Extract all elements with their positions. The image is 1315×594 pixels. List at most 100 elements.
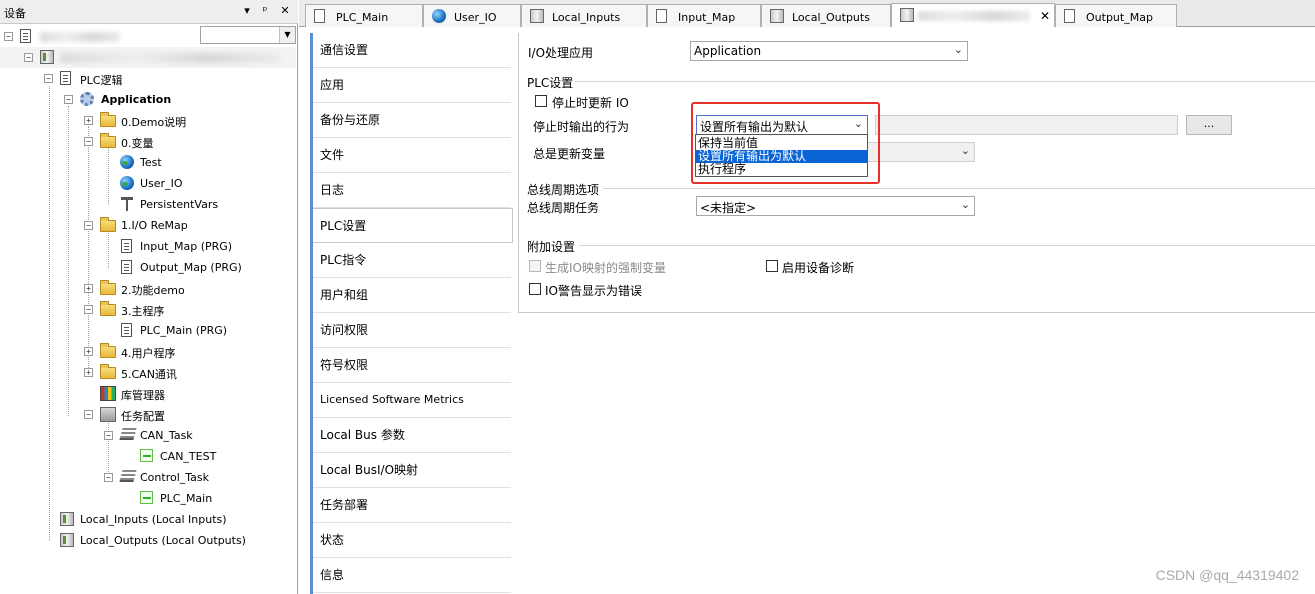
update-io-on-stop-checkbox[interactable] [535,95,547,107]
category-info[interactable]: 信息 [313,558,511,593]
tree-item-io-remap[interactable]: − 1.I/O ReMap [0,215,296,236]
collapse-toggle-icon[interactable]: − [84,137,93,146]
category-status[interactable]: 状态 [313,523,511,558]
group-divider [575,81,1315,82]
pin-icon[interactable]: ᵖ [258,4,272,17]
dropdown-option-execute-program[interactable]: 执行程序 [696,163,867,176]
io-warn-checkbox[interactable] [529,283,541,295]
tab-local-outputs[interactable]: Local_Outputs [761,4,891,27]
tab-plc-main[interactable]: PLC_Main [305,4,423,27]
tree-item-label: PersistentVars [140,198,219,211]
tree-item-task-config[interactable]: − 任务配置 [0,404,296,425]
tab-device-active[interactable]: ✕ [891,3,1055,27]
chevron-down-icon[interactable]: ▼ [279,27,295,43]
tab-local-inputs[interactable]: Local_Inputs [521,4,647,27]
collapse-toggle-icon[interactable]: − [24,53,33,62]
browse-program-button[interactable]: ... [1186,115,1232,135]
collapse-toggle-icon[interactable]: − [84,221,93,230]
tree-item-local-outputs[interactable]: Local_Outputs (Local Outputs) [0,530,296,551]
project-icon [20,29,31,43]
stop-behavior-label: 停止时输出的行为 [533,120,630,134]
tab-output-map[interactable]: Output_Map [1055,4,1177,27]
force-vars-checkbox[interactable] [529,260,541,272]
expand-toggle-icon[interactable]: + [84,368,93,377]
tree-item-can-test[interactable]: CAN_TEST [0,446,296,467]
category-application[interactable]: 应用 [313,68,511,103]
category-task-deployment[interactable]: 任务部署 [313,488,511,523]
tree-item-control-task[interactable]: − Control_Task [0,467,296,488]
folder-icon [100,112,116,127]
close-icon[interactable]: ✕ [278,4,292,17]
tree-item-input-map[interactable]: Input_Map (PRG) [0,236,296,257]
category-backup-restore[interactable]: 备份与还原 [313,103,511,138]
folder-icon [100,133,116,148]
bus-cycle-task-select[interactable]: <未指定> ⌄ [696,196,975,216]
category-local-bus-io-map[interactable]: Local BusI/O映射 [313,453,511,488]
bus-cycle-task-value: <未指定> [700,201,757,215]
tree-item-label: User_IO [140,177,183,190]
tree-item-plc-logic[interactable]: − PLC逻辑 [0,68,296,89]
collapse-toggle-icon[interactable]: − [64,95,73,104]
tab-label: Local_Inputs [552,11,621,24]
category-plc-settings[interactable]: PLC设置 [313,208,513,243]
io-module-icon [530,9,544,23]
category-files[interactable]: 文件 [313,138,511,173]
tree-item-function-demo[interactable]: + 2.功能demo [0,278,296,299]
tree-item-plc-main[interactable]: PLC_Main [0,488,296,509]
collapse-toggle-icon[interactable]: − [84,305,93,314]
document-icon [314,9,325,23]
tree-item-library-manager[interactable]: 库管理器 [0,383,296,404]
tab-user-io[interactable]: User_IO [423,4,521,27]
category-comm-settings[interactable]: 通信设置 [313,33,511,68]
collapse-toggle-icon[interactable]: − [44,74,53,83]
chevron-down-icon: ⌄ [960,198,970,211]
tree-item-persistent-vars[interactable]: PersistentVars [0,194,296,215]
tree-item-can-task[interactable]: − CAN_Task [0,425,296,446]
category-local-bus-params[interactable]: Local Bus 参数 [313,418,511,453]
panel-menu-icon[interactable]: ▾ [240,4,254,17]
plc-logic-icon [60,71,71,85]
stop-behavior-select[interactable]: 设置所有输出为默认 ⌄ [696,115,868,135]
tab-input-map[interactable]: Input_Map [647,4,761,27]
category-symbol-rights[interactable]: 符号权限 [313,348,511,383]
tree-item-output-map[interactable]: Output_Map (PRG) [0,257,296,278]
expand-toggle-icon[interactable]: + [84,347,93,356]
enable-diag-label: 启用设备诊断 [782,261,855,275]
device-selector-combo[interactable]: ▼ [200,26,296,44]
tree-item-can-comm[interactable]: + 5.CAN通讯 [0,362,296,383]
close-icon[interactable]: ✕ [1040,9,1050,23]
tab-label: Output_Map [1086,11,1153,24]
tree-item-label: 库管理器 [121,389,165,402]
category-plc-commands[interactable]: PLC指令 [313,243,511,278]
device-icon [900,8,914,22]
chevron-down-icon: ⌄ [960,144,970,157]
io-app-select[interactable]: Application ⌄ [690,41,968,61]
tree-item-user-program[interactable]: + 4.用户程序 [0,341,296,362]
collapse-toggle-icon[interactable]: − [84,410,93,419]
collapse-toggle-icon[interactable]: − [4,32,13,41]
tree-item-plc-main-prg[interactable]: PLC_Main (PRG) [0,320,296,341]
category-users-groups[interactable]: 用户和组 [313,278,511,313]
category-access-rights[interactable]: 访问权限 [313,313,511,348]
stop-behavior-program-field[interactable] [875,115,1178,135]
tree-item-user-io[interactable]: User_IO [0,173,296,194]
bus-cycle-group-title: 总线周期选项 [527,183,600,197]
collapse-toggle-icon[interactable]: − [104,431,113,440]
tree-item-demo-notes[interactable]: + 0.Demo说明 [0,110,296,131]
enable-diag-checkbox[interactable] [766,260,778,272]
tree-item-test[interactable]: Test [0,152,296,173]
tree-item-label: Test [140,156,162,169]
tree-item-local-inputs[interactable]: Local_Inputs (Local Inputs) [0,509,296,530]
expand-toggle-icon[interactable]: + [84,116,93,125]
category-licensed-metrics[interactable]: Licensed Software Metrics [313,383,511,418]
tree-row-device[interactable]: − [0,47,296,68]
expand-toggle-icon[interactable]: + [84,284,93,293]
collapse-toggle-icon[interactable]: − [104,473,113,482]
tree-item-variables[interactable]: − 0.变量 [0,131,296,152]
tree-item-application[interactable]: − Application [0,89,296,110]
watermark: CSDN @qq_44319402 [1155,567,1299,583]
group-divider [603,188,1315,189]
tree-item-main-program[interactable]: − 3.主程序 [0,299,296,320]
category-log[interactable]: 日志 [313,173,511,208]
tab-label: User_IO [454,11,497,24]
